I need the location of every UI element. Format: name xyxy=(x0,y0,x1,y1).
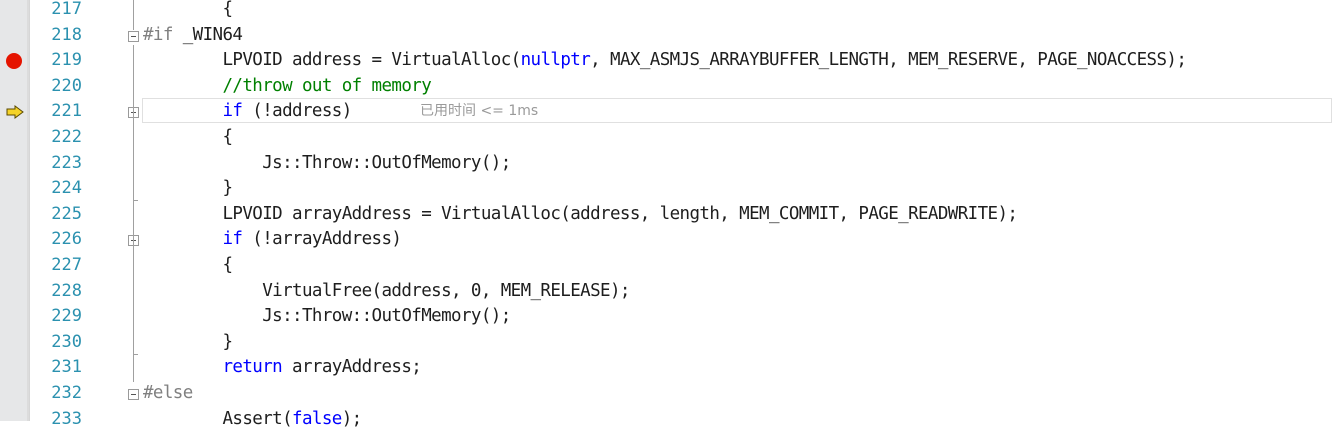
code-line[interactable]: 223 Js::Throw::OutOfMemory(); xyxy=(30,151,1333,177)
line-number: 228 xyxy=(51,280,82,301)
line-number: 220 xyxy=(51,75,82,96)
code-line[interactable]: 225 LPVOID arrayAddress = VirtualAlloc(a… xyxy=(30,202,1333,228)
code-token: , MAX_ASMJS_ARRAYBUFFER_LENGTH, MEM_RESE… xyxy=(590,50,1187,71)
line-number: 226 xyxy=(51,229,82,250)
code-token: LPVOID arrayAddress = VirtualAlloc(addre… xyxy=(143,203,1018,224)
perf-tip[interactable]: 已用时间 <= 1ms xyxy=(420,99,538,125)
code-text[interactable]: #if _WIN64 xyxy=(143,23,243,49)
code-token: } xyxy=(143,331,233,352)
code-token: { xyxy=(143,127,233,147)
code-text[interactable]: { xyxy=(143,0,233,23)
outline-guide xyxy=(133,45,134,382)
code-line[interactable]: 219 LPVOID address = VirtualAlloc(nullpt… xyxy=(30,48,1333,74)
keyword-token: return xyxy=(222,357,283,378)
code-text[interactable]: Assert(false); xyxy=(143,407,362,432)
line-number: 233 xyxy=(51,408,82,429)
code-token: VirtualFree(address, 0, MEM_RELEASE); xyxy=(143,280,630,301)
instruction-pointer-icon xyxy=(6,105,24,120)
line-number: 231 xyxy=(51,357,82,378)
code-text[interactable]: } xyxy=(143,330,233,356)
line-number: 221 xyxy=(51,101,82,122)
code-text[interactable]: } xyxy=(143,176,233,202)
outline-guide xyxy=(133,0,134,30)
code-text[interactable]: Js::Throw::OutOfMemory(); xyxy=(143,151,511,177)
preprocessor-token: #if xyxy=(143,24,173,45)
margin-divider xyxy=(27,0,29,421)
code-text[interactable]: { xyxy=(143,125,233,151)
comment-token: //throw out of memory xyxy=(143,75,432,96)
code-text[interactable]: if (!arrayAddress) xyxy=(143,227,402,253)
code-line[interactable]: 226 if (!arrayAddress) xyxy=(30,227,1333,253)
code-text[interactable]: VirtualFree(address, 0, MEM_RELEASE); xyxy=(143,279,630,305)
code-line[interactable]: 222 { xyxy=(30,125,1333,151)
code-token: (!address) xyxy=(242,101,352,122)
code-line[interactable]: 228 VirtualFree(address, 0, MEM_RELEASE)… xyxy=(30,279,1333,305)
code-token: { xyxy=(143,0,233,19)
code-line[interactable]: 217 { xyxy=(30,0,1333,23)
outline-end-tick xyxy=(133,354,138,355)
code-line[interactable]: 221 if (!address) 已用时间 <= 1ms xyxy=(30,99,1333,125)
line-number: 222 xyxy=(51,127,82,147)
line-number: 229 xyxy=(51,306,82,327)
code-line[interactable]: 224 } xyxy=(30,176,1333,202)
line-number: 232 xyxy=(51,383,82,403)
code-text[interactable]: //throw out of memory xyxy=(143,74,431,100)
code-text[interactable]: return arrayAddress; xyxy=(143,355,422,381)
code-line[interactable]: 218 #if _WIN64 xyxy=(30,23,1333,49)
code-token: arrayAddress; xyxy=(282,357,422,378)
keyword-token: nullptr xyxy=(520,50,591,71)
code-line[interactable]: 231 return arrayAddress; xyxy=(30,355,1333,381)
code-token: Js::Throw::OutOfMemory(); xyxy=(143,152,511,173)
code-text[interactable]: if (!address) xyxy=(143,99,353,125)
code-text[interactable]: LPVOID address = VirtualAlloc(nullptr, M… xyxy=(143,48,1186,74)
code-token: { xyxy=(143,255,233,275)
code-token: Assert( xyxy=(143,408,293,429)
code-token: ); xyxy=(341,408,362,429)
line-number: 224 xyxy=(51,178,82,199)
line-number: 217 xyxy=(51,0,82,19)
code-token: (!arrayAddress) xyxy=(242,229,402,250)
code-text[interactable]: LPVOID arrayAddress = VirtualAlloc(addre… xyxy=(143,202,1017,228)
code-token: _WIN64 xyxy=(172,24,243,45)
code-text[interactable]: #else xyxy=(143,381,193,407)
keyword-token: if xyxy=(222,229,243,250)
fold-toggle-icon[interactable] xyxy=(128,30,139,42)
line-number: 225 xyxy=(51,203,82,224)
code-line[interactable]: 232 #else xyxy=(30,381,1333,407)
line-number: 219 xyxy=(51,50,82,71)
keyword-token: if xyxy=(222,101,243,122)
code-line[interactable]: 233 Assert(false); xyxy=(30,407,1333,432)
code-token: LPVOID address = VirtualAlloc( xyxy=(143,50,521,71)
code-token: Js::Throw::OutOfMemory(); xyxy=(143,306,511,327)
line-number: 223 xyxy=(51,152,82,173)
code-token: } xyxy=(143,178,233,199)
code-line[interactable]: 230 } xyxy=(30,330,1333,356)
code-line[interactable]: 220 //throw out of memory xyxy=(30,74,1333,100)
code-editor[interactable]: 217 {218 #if _WIN64 219 LPVOID address = V… xyxy=(30,0,1333,429)
code-text[interactable]: Js::Throw::OutOfMemory(); xyxy=(143,304,511,330)
outline-end-tick xyxy=(133,200,138,201)
line-number: 230 xyxy=(51,331,82,352)
preprocessor-token: #else xyxy=(143,383,193,403)
code-text[interactable]: { xyxy=(143,253,233,279)
fold-toggle-icon[interactable] xyxy=(128,389,139,400)
code-line[interactable]: 229 Js::Throw::OutOfMemory(); xyxy=(30,304,1333,330)
code-line[interactable]: 227 { xyxy=(30,253,1333,279)
line-number: 218 xyxy=(51,24,82,45)
line-number: 227 xyxy=(51,255,82,275)
keyword-token: false xyxy=(292,408,342,429)
